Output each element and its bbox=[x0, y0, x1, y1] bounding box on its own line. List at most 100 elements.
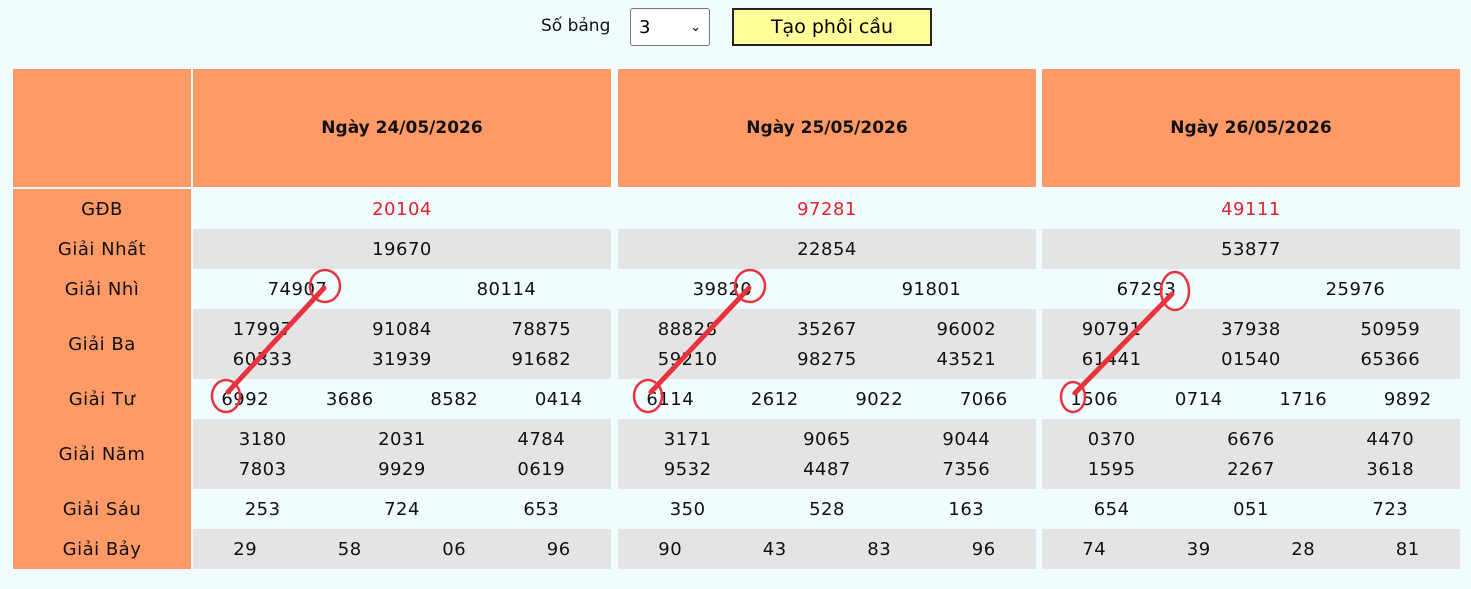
prize-row-gdb: 20104 bbox=[193, 189, 611, 229]
prize-value: 7066 bbox=[959, 388, 1008, 410]
panel-date: Ngày 24/05/2026 bbox=[193, 69, 611, 189]
prize-value: 3180 bbox=[238, 428, 287, 450]
prize-value: 88828 bbox=[657, 318, 718, 340]
prize-row-sau: 350 528 163 bbox=[618, 489, 1036, 529]
prize-value: 01540 bbox=[1221, 348, 1281, 370]
prize-value: 528 bbox=[809, 498, 845, 520]
prize-value: 724 bbox=[384, 498, 420, 520]
prize-value: 39820 bbox=[692, 278, 753, 300]
row-label: Giải Tư bbox=[13, 379, 191, 419]
prize-value: 67293 bbox=[1116, 278, 1177, 300]
prize-value: 9022 bbox=[855, 388, 904, 410]
prize-value: 35267 bbox=[797, 318, 857, 340]
prize-row-nam: 0370 6676 4470 1595 2267 3618 bbox=[1042, 419, 1460, 489]
prize-value: 50959 bbox=[1360, 318, 1421, 340]
prize-row-ba: 17997 91084 78875 60333 31939 91682 bbox=[193, 309, 611, 379]
prize-row-bay: 29 58 06 96 bbox=[193, 529, 611, 569]
prize-value: 96002 bbox=[936, 318, 997, 340]
row-label: Giải Năm bbox=[13, 419, 191, 489]
prize-value: 98275 bbox=[797, 348, 857, 370]
panel-date: Ngày 25/05/2026 bbox=[618, 69, 1036, 189]
prize-value: 0414 bbox=[534, 388, 583, 410]
label-header bbox=[13, 69, 191, 189]
prize-value: 8582 bbox=[430, 388, 479, 410]
prize-value: 91682 bbox=[511, 348, 572, 370]
prize-value: 7803 bbox=[238, 458, 287, 480]
row-label: Giải Nhất bbox=[13, 229, 191, 269]
prize-row-gdb: 49111 bbox=[1042, 189, 1460, 229]
prize-value: 0714 bbox=[1174, 388, 1223, 410]
board-count-value: 3 bbox=[639, 16, 651, 38]
prize-row-bay: 74 39 28 81 bbox=[1042, 529, 1460, 569]
prize-row-bay: 90 43 83 96 bbox=[618, 529, 1036, 569]
prize-value: 2267 bbox=[1227, 458, 1275, 480]
prize-row-nhi: 74907 80114 bbox=[193, 269, 611, 309]
prize-value: 90791 bbox=[1081, 318, 1142, 340]
prize-value: 3618 bbox=[1366, 458, 1415, 480]
prize-value: 17997 bbox=[232, 318, 293, 340]
prize-row-sau: 654 051 723 bbox=[1042, 489, 1460, 529]
prize-row-nhat: 53877 bbox=[1042, 229, 1460, 269]
prize-value: 49111 bbox=[1221, 198, 1281, 220]
prize-value: 60333 bbox=[232, 348, 293, 370]
prize-value: 58 bbox=[337, 538, 362, 560]
prize-row-nam: 3180 2031 4784 7803 9929 0619 bbox=[193, 419, 611, 489]
panel-date: Ngày 26/05/2026 bbox=[1042, 69, 1460, 189]
prize-value: 4487 bbox=[803, 458, 851, 480]
prize-value: 3171 bbox=[663, 428, 712, 450]
row-label: GĐB bbox=[13, 189, 191, 229]
prize-value: 65366 bbox=[1360, 348, 1421, 370]
prize-value: 2031 bbox=[378, 428, 426, 450]
prize-value: 90 bbox=[658, 538, 683, 560]
prize-value: 6992 bbox=[221, 388, 270, 410]
prize-value: 4784 bbox=[517, 428, 566, 450]
prize-value: 1716 bbox=[1279, 388, 1328, 410]
prize-value: 83 bbox=[867, 538, 892, 560]
prize-row-nhat: 22854 bbox=[618, 229, 1036, 269]
prize-value: 91801 bbox=[901, 278, 962, 300]
prize-value: 0370 bbox=[1087, 428, 1136, 450]
prize-value: 6114 bbox=[646, 388, 695, 410]
prize-row-nhat: 19670 bbox=[193, 229, 611, 269]
prize-value: 96 bbox=[971, 538, 996, 560]
prize-value: 80114 bbox=[476, 278, 537, 300]
prize-value: 31939 bbox=[372, 348, 432, 370]
board-count-select[interactable]: 3 ⌄ bbox=[630, 8, 710, 46]
board-count-label: Số bảng bbox=[541, 16, 611, 36]
prize-value: 43521 bbox=[936, 348, 997, 370]
prize-value: 25976 bbox=[1325, 278, 1386, 300]
prize-row-ba: 88828 35267 96002 59210 98275 43521 bbox=[618, 309, 1036, 379]
prize-value: 74907 bbox=[267, 278, 328, 300]
row-label: Giải Nhì bbox=[13, 269, 191, 309]
build-button[interactable]: Tạo phôi cầu bbox=[732, 8, 932, 46]
prize-row-nhi: 67293 25976 bbox=[1042, 269, 1460, 309]
prize-value: 7356 bbox=[942, 458, 991, 480]
prize-value: 1506 bbox=[1070, 388, 1119, 410]
prize-value: 163 bbox=[948, 498, 985, 520]
prize-value: 97281 bbox=[797, 198, 857, 220]
prize-value: 6676 bbox=[1227, 428, 1275, 450]
prize-value: 9892 bbox=[1383, 388, 1432, 410]
prize-value: 22854 bbox=[797, 238, 857, 260]
prize-value: 61441 bbox=[1081, 348, 1142, 370]
prize-value: 91084 bbox=[372, 318, 432, 340]
prize-value: 4470 bbox=[1366, 428, 1415, 450]
prize-row-tu: 1506 0714 1716 9892 bbox=[1042, 379, 1460, 419]
prize-row-nam: 3171 9065 9044 9532 4487 7356 bbox=[618, 419, 1036, 489]
prize-value: 9929 bbox=[378, 458, 426, 480]
prize-value: 1595 bbox=[1087, 458, 1136, 480]
prize-value: 59210 bbox=[657, 348, 718, 370]
prize-value: 96 bbox=[546, 538, 571, 560]
chevron-down-icon: ⌄ bbox=[690, 19, 701, 35]
prize-row-tu: 6992 3686 8582 0414 bbox=[193, 379, 611, 419]
prize-value: 74 bbox=[1082, 538, 1107, 560]
prize-row-ba: 90791 37938 50959 61441 01540 65366 bbox=[1042, 309, 1460, 379]
prize-value: 3686 bbox=[325, 388, 374, 410]
prize-row-tu: 6114 2612 9022 7066 bbox=[618, 379, 1036, 419]
prize-value: 723 bbox=[1372, 498, 1409, 520]
prize-row-nhi: 39820 91801 bbox=[618, 269, 1036, 309]
prize-value: 9044 bbox=[942, 428, 991, 450]
prize-value: 051 bbox=[1233, 498, 1269, 520]
prize-value: 20104 bbox=[372, 198, 432, 220]
prize-value: 81 bbox=[1395, 538, 1420, 560]
